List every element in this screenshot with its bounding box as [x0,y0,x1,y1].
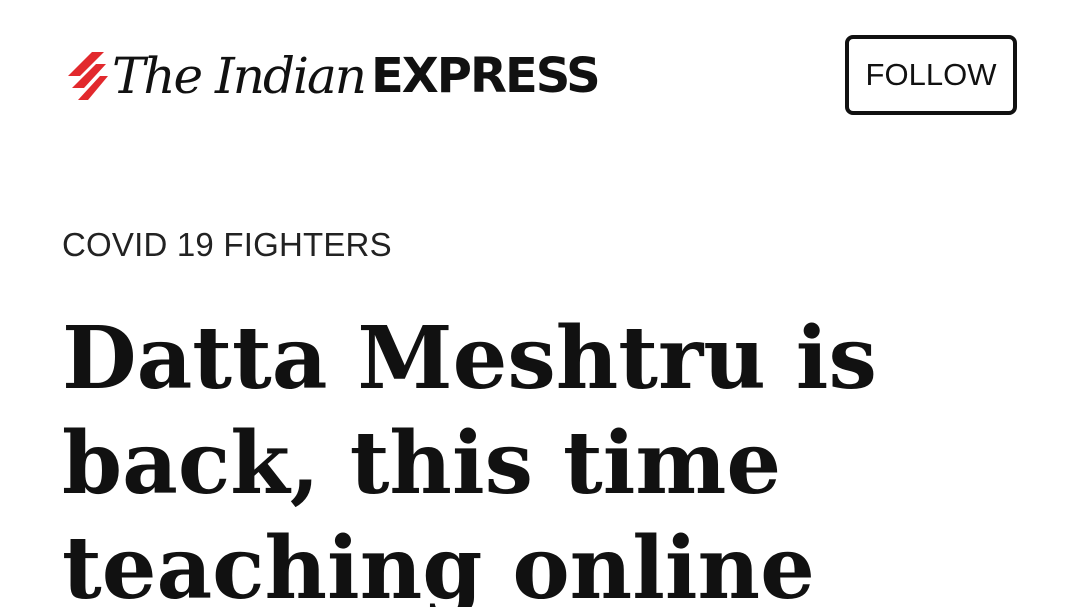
headline-line: back, this time [62,413,782,514]
article-page: The Indian EXPRESS FOLLOW COVID 19 FIGHT… [0,0,1080,607]
publisher-logo[interactable]: The Indian EXPRESS [62,40,601,112]
follow-button[interactable]: FOLLOW [845,35,1017,115]
headline-line: Datta Meshtru is [62,308,877,409]
article-category[interactable]: COVID 19 FIGHTERS [62,226,392,264]
indian-express-logo-mark-icon [68,52,108,100]
article-headline: Datta Meshtru is back, this time teachin… [62,306,1022,607]
publisher-header: The Indian EXPRESS FOLLOW [0,0,1080,150]
headline-line: teaching online [62,518,815,607]
logo-text-express: EXPRESS [371,48,601,104]
logo-text-the-indian: The Indian [112,47,367,105]
